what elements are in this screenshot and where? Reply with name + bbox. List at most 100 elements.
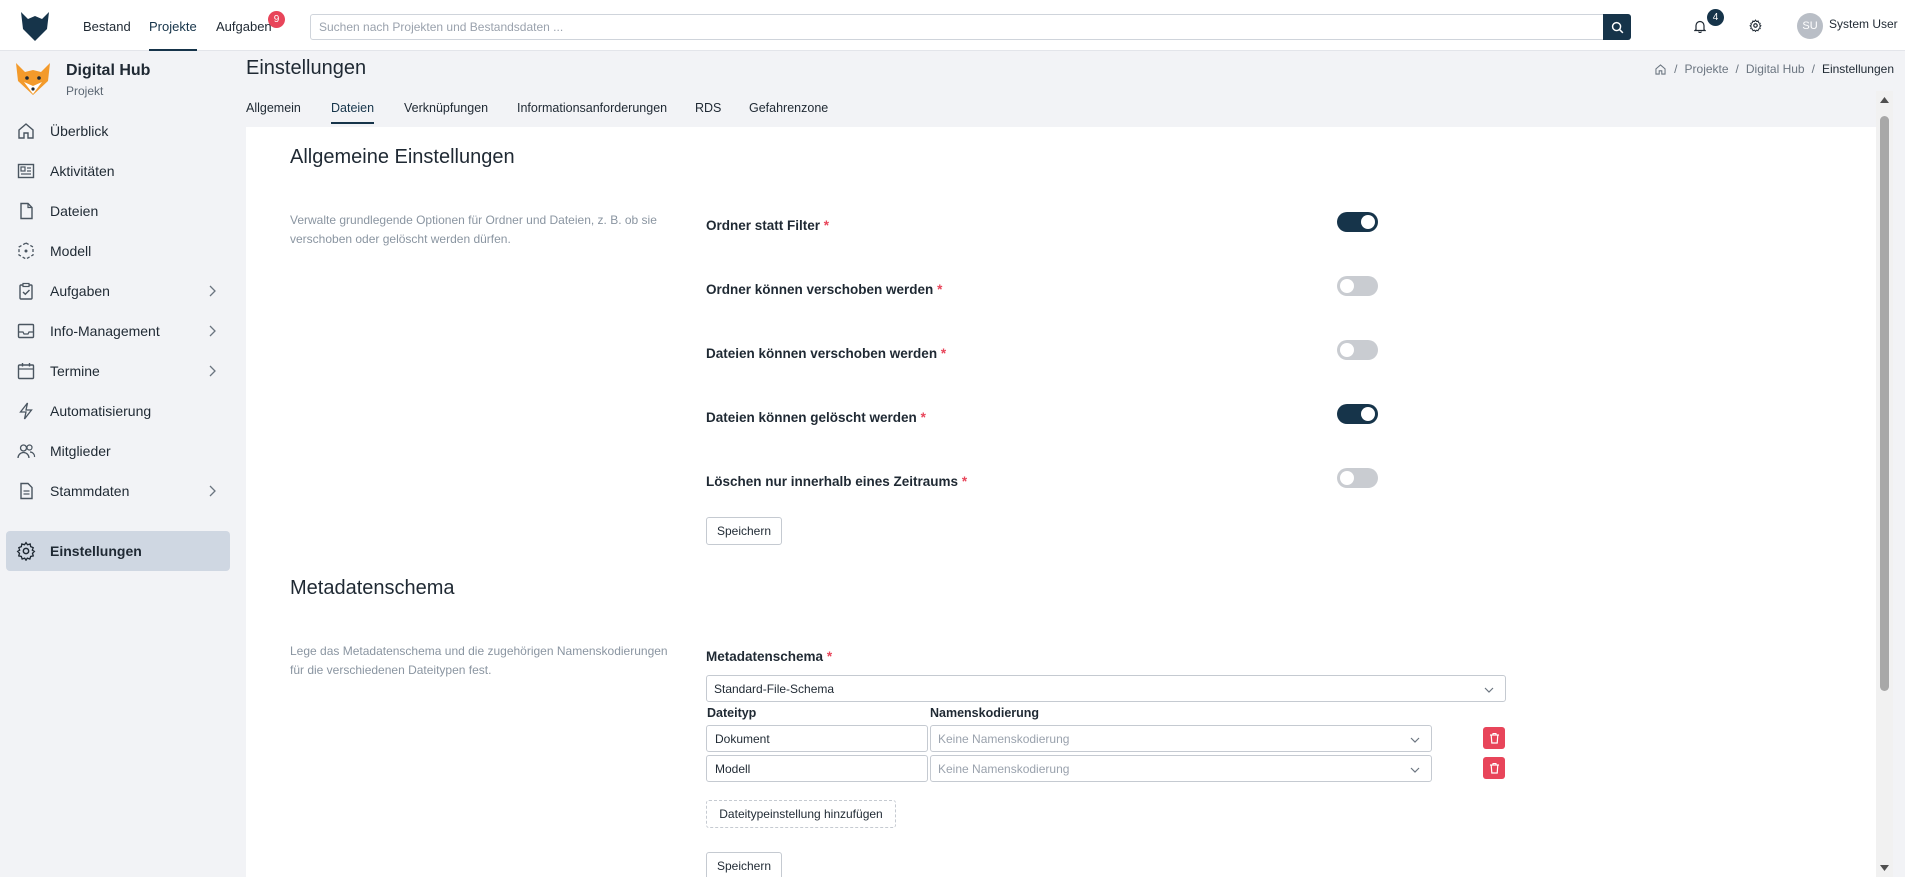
search-bar [310,14,1631,40]
sidebar-item-info-management[interactable]: Info-Management [6,311,230,351]
cube-icon [14,239,38,263]
user-name[interactable]: System User [1829,17,1898,31]
clipboard-check-icon [14,279,38,303]
setting-label-text: Ordner statt Filter [706,218,821,233]
top-bar: Bestand Projekte Aufgaben 9 4 SU System … [0,0,1905,51]
metadata-schema-description: Lege das Metadatenschema und die zugehör… [290,644,668,677]
sidebar-item-automatisierung[interactable]: Automatisierung [6,391,230,431]
page-scrollbar[interactable] [1876,91,1893,877]
project-name: Digital Hub [66,62,151,79]
sidebar-item-label: Automatisierung [50,403,152,419]
setting-label-ordner-verschieben: Ordner können verschoben werden * [706,282,942,297]
bell-icon [1694,20,1706,33]
delete-row-button[interactable] [1483,757,1505,779]
gear-icon [14,539,38,563]
column-header-namenskodierung: Namenskodierung [930,706,1040,720]
breadcrumb: / Projekte / Digital Hub / Einstellungen [1654,62,1894,76]
metadata-schema-select[interactable]: Standard-File-Schema [706,675,1506,702]
user-avatar[interactable]: SU [1797,13,1823,39]
toggle-knob [1340,279,1354,293]
toggle-knob [1361,407,1375,421]
sidebar-item-ueberblick[interactable]: Überblick [6,111,230,151]
setting-label-text: Dateien können verschoben werden [706,346,938,361]
scrollbar-thumb[interactable] [1880,116,1889,691]
toggle-knob [1340,471,1354,485]
required-marker: * [961,474,968,489]
sidebar-item-termine[interactable]: Termine [6,351,230,391]
toggle-knob [1361,215,1375,229]
metadata-save-button[interactable]: Speichern [706,852,782,877]
add-filetype-setting-button[interactable]: Dateitypeinstellung hinzufügen [706,800,896,828]
chevron-right-icon [209,325,216,337]
filetype-field[interactable]: Modell [706,755,928,782]
toggle-loeschen-zeitraum[interactable] [1337,468,1378,488]
filetype-field[interactable]: Dokument [706,725,928,752]
search-input[interactable] [311,15,1595,39]
users-icon [14,439,38,463]
breadcrumb-digital-hub[interactable]: Digital Hub [1746,62,1805,76]
delete-row-button[interactable] [1483,727,1505,749]
sidebar-item-label: Überblick [50,123,109,139]
sidebar-item-stammdaten[interactable]: Stammdaten [6,471,230,511]
inbox-icon [14,319,38,343]
general-settings-description: Verwalte grundlegende Optionen für Ordne… [290,213,657,246]
setting-label-dateien-verschieben: Dateien können verschoben werden * [706,346,946,361]
sidebar-item-label: Einstellungen [50,543,142,559]
tab-dateien[interactable]: Dateien [331,92,375,124]
topnav-bestand[interactable]: Bestand [83,0,131,51]
column-header-dateityp: Dateityp [707,706,757,720]
app-logo-icon[interactable] [18,9,52,43]
tab-informationsanforderungen[interactable]: Informationsanforderungen [517,92,667,124]
tab-gefahrenzone[interactable]: Gefahrenzone [749,92,828,124]
sidebar-item-label: Modell [50,243,92,259]
required-marker: * [826,649,833,664]
setting-label-ordner-statt-filter: Ordner statt Filter * [706,218,829,233]
search-button[interactable] [1603,14,1631,40]
naming-code-select[interactable]: Keine Namenskodierung [930,725,1432,752]
sidebar-item-aktivitaeten[interactable]: Aktivitäten [6,151,230,191]
toggle-ordner-statt-filter[interactable] [1337,212,1378,232]
scroll-down-arrow-icon[interactable] [1879,863,1890,873]
trash-icon [1489,732,1499,744]
topnav-aufgaben[interactable]: Aufgaben [216,0,272,51]
sidebar-item-dateien[interactable]: Dateien [6,191,230,231]
field-label-text: Metadatenschema [706,649,824,664]
sidebar-item-einstellungen[interactable]: Einstellungen [6,531,230,571]
notifications-count-badge: 4 [1707,9,1724,26]
document-icon [14,479,38,503]
toggle-dateien-loeschen[interactable] [1337,404,1378,424]
topnav-projekte[interactable]: Projekte [149,0,197,51]
sidebar-item-modell[interactable]: Modell [6,231,230,271]
toggle-ordner-verschieben[interactable] [1337,276,1378,296]
required-marker: * [823,218,830,233]
sidebar: Digital Hub Projekt Überblick Aktivitäte… [0,51,236,877]
home-icon[interactable] [1654,63,1667,76]
project-fox-logo-icon [16,63,50,95]
sidebar-item-label: Termine [50,363,100,379]
tasks-count-badge: 9 [268,11,285,28]
general-settings-title: Allgemeine Einstellungen [290,146,515,168]
tab-rds[interactable]: RDS [695,92,721,124]
chevron-right-icon [209,365,216,377]
settings-button[interactable] [1746,16,1764,34]
naming-code-select[interactable]: Keine Namenskodierung [930,755,1432,782]
setting-label-dateien-loeschen: Dateien können gelöscht werden * [706,410,926,425]
breadcrumb-projekte[interactable]: Projekte [1685,62,1729,76]
breadcrumb-separator: / [1674,62,1678,76]
breadcrumb-separator: / [1811,62,1815,76]
sidebar-item-aufgaben[interactable]: Aufgaben [6,271,230,311]
toggle-dateien-verschieben[interactable] [1337,340,1378,360]
home-icon [14,119,38,143]
newspaper-icon [14,159,38,183]
file-icon [14,199,38,223]
chevron-right-icon [209,285,216,297]
tab-verknuepfungen[interactable]: Verknüpfungen [404,92,488,124]
scroll-up-arrow-icon[interactable] [1879,95,1890,105]
tab-allgemein[interactable]: Allgemein [246,92,301,124]
setting-label-text: Löschen nur innerhalb eines Zeitraums [706,474,959,489]
setting-label-loeschen-zeitraum: Löschen nur innerhalb eines Zeitraums * [706,474,967,489]
page-title: Einstellungen [246,57,367,79]
general-save-button[interactable]: Speichern [706,517,782,545]
bolt-icon [14,399,38,423]
sidebar-item-mitglieder[interactable]: Mitglieder [6,431,230,471]
